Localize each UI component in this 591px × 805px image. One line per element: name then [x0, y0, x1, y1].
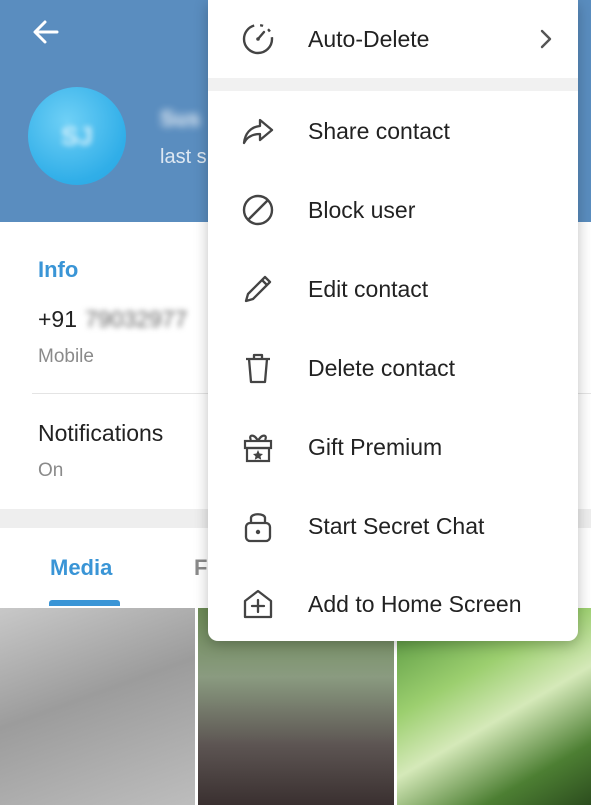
menu-item-label: Share contact — [308, 117, 450, 144]
gift-icon — [238, 427, 278, 467]
menu-separator — [208, 78, 578, 91]
menu-item-share-contact[interactable]: Share contact — [208, 92, 578, 170]
menu-item-label: Block user — [308, 196, 416, 223]
pencil-icon — [238, 269, 278, 309]
avatar-initials: SJ — [61, 120, 93, 151]
phone-number[interactable]: +91 79032977 — [38, 306, 187, 333]
add-home-icon — [238, 584, 278, 624]
phone-prefix: +91 — [38, 306, 78, 332]
menu-item-label: Delete contact — [308, 354, 456, 381]
timer-icon — [238, 19, 278, 59]
phone-number-blurred: 79032977 — [85, 306, 188, 332]
menu-item-block-user[interactable]: Block user — [208, 171, 578, 249]
menu-item-label: Start Secret Chat — [308, 512, 485, 539]
menu-item-label: Edit contact — [308, 275, 429, 302]
profile-status: last s — [160, 146, 207, 168]
lock-icon — [238, 506, 278, 546]
tab-files[interactable]: F — [194, 555, 207, 581]
menu-item-delete-contact[interactable]: Delete contact — [208, 329, 578, 407]
menu-item-label: Add to Home Screen — [308, 590, 522, 617]
phone-label: Mobile — [38, 346, 94, 367]
overflow-menu: Auto-Delete Share contact Block user Edi… — [208, 0, 578, 641]
tab-media[interactable]: Media — [50, 555, 112, 581]
back-button[interactable] — [26, 14, 66, 50]
menu-item-gift-premium[interactable]: Gift Premium — [208, 408, 578, 486]
menu-item-edit-contact[interactable]: Edit contact — [208, 250, 578, 328]
chevron-right-icon — [536, 24, 556, 54]
info-section-title: Info — [38, 257, 79, 282]
trash-icon — [238, 348, 278, 388]
menu-item-auto-delete[interactable]: Auto-Delete — [208, 0, 578, 78]
profile-name: Sus — [160, 106, 201, 131]
media-thumbnail[interactable] — [0, 608, 195, 805]
menu-item-label: Gift Premium — [308, 433, 443, 460]
menu-item-start-secret-chat[interactable]: Start Secret Chat — [208, 487, 578, 565]
block-icon — [238, 190, 278, 230]
avatar[interactable]: SJ — [28, 87, 126, 185]
notifications-value: On — [38, 460, 64, 481]
tab-indicator — [49, 600, 120, 606]
share-icon — [238, 111, 278, 151]
notifications-title[interactable]: Notifications — [38, 420, 163, 447]
menu-item-label: Auto-Delete — [308, 25, 430, 52]
arrow-left-icon — [33, 20, 59, 44]
menu-item-add-to-home-screen[interactable]: Add to Home Screen — [208, 565, 578, 643]
